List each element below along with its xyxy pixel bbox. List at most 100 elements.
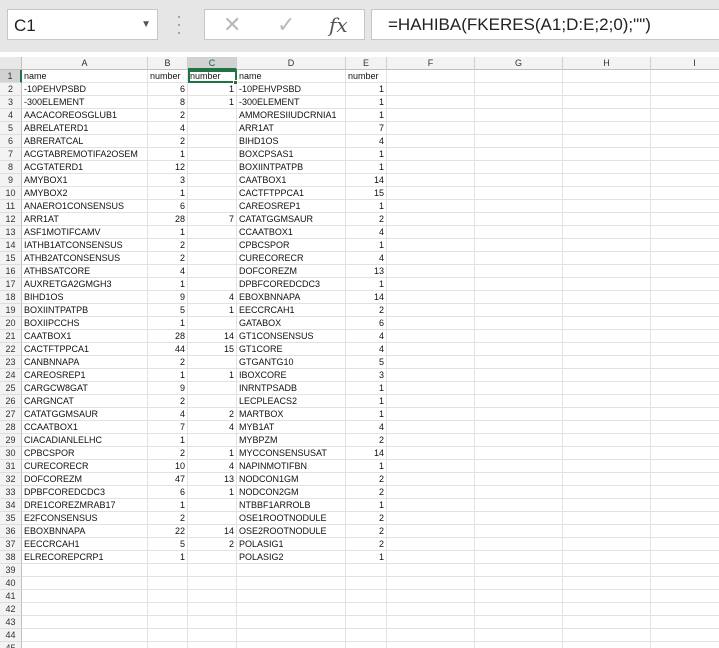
cell-b29[interactable]: 1 [148, 434, 188, 447]
cell-g18[interactable] [475, 291, 563, 304]
cell-c15[interactable] [188, 252, 237, 265]
row-header[interactable]: 29 [0, 434, 22, 447]
cell-b43[interactable] [148, 616, 188, 629]
cell-c23[interactable] [188, 356, 237, 369]
cell-b14[interactable]: 2 [148, 239, 188, 252]
cell-g25[interactable] [475, 382, 563, 395]
cell-g3[interactable] [475, 96, 563, 109]
cell-b30[interactable]: 2 [148, 447, 188, 460]
cell-e40[interactable] [346, 577, 387, 590]
cell-a36[interactable]: EBOXBNNAPA [22, 525, 148, 538]
cell-h4[interactable] [563, 109, 651, 122]
row-header[interactable]: 34 [0, 499, 22, 512]
row-header[interactable]: 24 [0, 369, 22, 382]
cell-e12[interactable]: 2 [346, 213, 387, 226]
cell-d23[interactable]: GTGANTG10 [237, 356, 346, 369]
cell-i45[interactable] [651, 642, 719, 648]
column-header-b[interactable]: B [148, 57, 188, 70]
cell-e31[interactable]: 1 [346, 460, 387, 473]
cell-d25[interactable]: INRNTPSADB [237, 382, 346, 395]
cell-b20[interactable]: 1 [148, 317, 188, 330]
cell-g9[interactable] [475, 174, 563, 187]
cell-a12[interactable]: ARR1AT [22, 213, 148, 226]
cell-d3[interactable]: -300ELEMENT [237, 96, 346, 109]
cell-i35[interactable] [651, 512, 719, 525]
cell-f3[interactable] [387, 96, 475, 109]
cell-a44[interactable] [22, 629, 148, 642]
cell-i27[interactable] [651, 408, 719, 421]
cell-f6[interactable] [387, 135, 475, 148]
cell-d35[interactable]: OSE1ROOTNODULE [237, 512, 346, 525]
cell-g11[interactable] [475, 200, 563, 213]
cell-f17[interactable] [387, 278, 475, 291]
cell-g40[interactable] [475, 577, 563, 590]
cell-a25[interactable]: CARGCW8GAT [22, 382, 148, 395]
cell-f2[interactable] [387, 83, 475, 96]
cell-i19[interactable] [651, 304, 719, 317]
cell-e24[interactable]: 3 [346, 369, 387, 382]
cell-c25[interactable] [188, 382, 237, 395]
cell-a41[interactable] [22, 590, 148, 603]
cell-e45[interactable] [346, 642, 387, 648]
cell-i34[interactable] [651, 499, 719, 512]
cell-e37[interactable]: 2 [346, 538, 387, 551]
cell-d24[interactable]: IBOXCORE [237, 369, 346, 382]
cell-e9[interactable]: 14 [346, 174, 387, 187]
cell-i40[interactable] [651, 577, 719, 590]
cell-e42[interactable] [346, 603, 387, 616]
cell-b38[interactable]: 1 [148, 551, 188, 564]
cell-a10[interactable]: AMYBOX2 [22, 187, 148, 200]
cell-c30[interactable]: 1 [188, 447, 237, 460]
cell-g27[interactable] [475, 408, 563, 421]
row-header[interactable]: 15 [0, 252, 22, 265]
cell-c16[interactable] [188, 265, 237, 278]
cell-g16[interactable] [475, 265, 563, 278]
cell-e39[interactable] [346, 564, 387, 577]
select-all-corner[interactable] [0, 57, 22, 70]
cell-i12[interactable] [651, 213, 719, 226]
cell-f11[interactable] [387, 200, 475, 213]
cell-g21[interactable] [475, 330, 563, 343]
cell-f26[interactable] [387, 395, 475, 408]
cell-a20[interactable]: BOXIIPCCHS [22, 317, 148, 330]
cell-b36[interactable]: 22 [148, 525, 188, 538]
cell-d42[interactable] [237, 603, 346, 616]
cell-a2[interactable]: -10PEHVPSBD [22, 83, 148, 96]
cell-c10[interactable] [188, 187, 237, 200]
cell-b11[interactable]: 6 [148, 200, 188, 213]
cell-b1[interactable]: number [148, 70, 188, 83]
cell-b37[interactable]: 5 [148, 538, 188, 551]
cell-a23[interactable]: CANBNNAPA [22, 356, 148, 369]
cell-d17[interactable]: DPBFCOREDCDC3 [237, 278, 346, 291]
cell-d33[interactable]: NODCON2GM [237, 486, 346, 499]
row-header[interactable]: 25 [0, 382, 22, 395]
row-header[interactable]: 9 [0, 174, 22, 187]
cell-g43[interactable] [475, 616, 563, 629]
cell-e16[interactable]: 13 [346, 265, 387, 278]
cell-i6[interactable] [651, 135, 719, 148]
cell-h20[interactable] [563, 317, 651, 330]
cell-g14[interactable] [475, 239, 563, 252]
cell-a4[interactable]: AACACOREOSGLUB1 [22, 109, 148, 122]
cell-c34[interactable] [188, 499, 237, 512]
cell-e41[interactable] [346, 590, 387, 603]
cell-c27[interactable]: 2 [188, 408, 237, 421]
cell-h11[interactable] [563, 200, 651, 213]
cell-h31[interactable] [563, 460, 651, 473]
cell-h7[interactable] [563, 148, 651, 161]
cell-g34[interactable] [475, 499, 563, 512]
cell-i9[interactable] [651, 174, 719, 187]
cell-e34[interactable]: 1 [346, 499, 387, 512]
cell-a26[interactable]: CARGNCAT [22, 395, 148, 408]
cell-g29[interactable] [475, 434, 563, 447]
cell-b7[interactable]: 1 [148, 148, 188, 161]
cell-e7[interactable]: 1 [346, 148, 387, 161]
cell-c2[interactable]: 1 [188, 83, 237, 96]
column-header-h[interactable]: H [563, 57, 651, 70]
cell-c4[interactable] [188, 109, 237, 122]
cell-b17[interactable]: 1 [148, 278, 188, 291]
cell-b24[interactable]: 1 [148, 369, 188, 382]
cell-f7[interactable] [387, 148, 475, 161]
cell-g1[interactable] [475, 70, 563, 83]
cell-e44[interactable] [346, 629, 387, 642]
